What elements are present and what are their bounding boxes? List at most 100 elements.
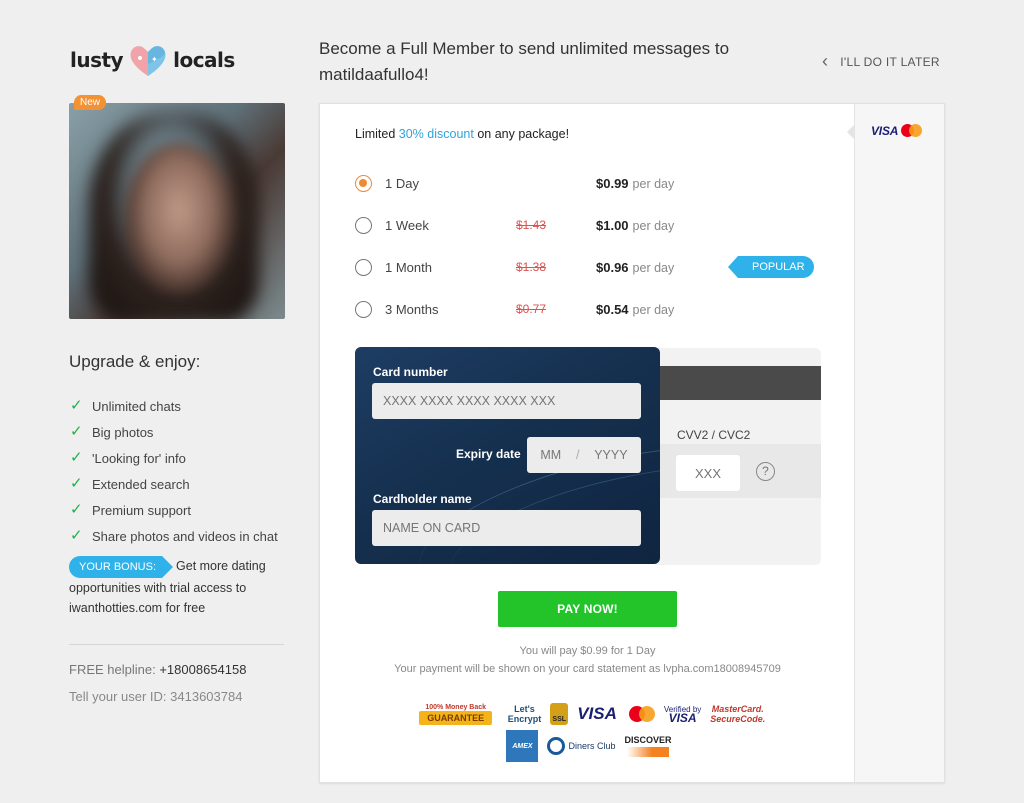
do-it-later-label: I'LL DO IT LATER — [840, 54, 940, 69]
logo-heart-icon: ✦ — [127, 42, 169, 78]
expiry-label: Expiry date — [456, 447, 521, 461]
check-icon: ✓ — [70, 397, 83, 414]
plan-old-price: $1.43 — [516, 218, 547, 232]
promo-suffix: on any package! — [477, 127, 570, 141]
plan-old-price: $1.38 — [516, 260, 547, 274]
plan-option[interactable]: 1 Day $0.99 per day — [355, 173, 805, 193]
expiry-field[interactable]: MM / YYYY — [527, 437, 641, 473]
ssl-label: SSL — [550, 703, 569, 725]
logo-word-right: locals — [173, 48, 235, 72]
do-it-later-link[interactable]: ‹ I'LL DO IT LATER — [822, 51, 940, 72]
feature-item: ✓ Share photos and videos in chat — [70, 523, 278, 549]
diners-club-badge: Diners Club — [547, 730, 616, 762]
mastercard-icon — [901, 124, 923, 138]
svg-text:✦: ✦ — [151, 55, 158, 64]
payment-method-card[interactable]: VISA — [871, 124, 923, 138]
feature-label: Share photos and videos in chat — [92, 528, 278, 544]
card-number-label: Card number — [373, 365, 448, 379]
expiry-separator: / — [575, 448, 580, 462]
card-number-input[interactable] — [372, 383, 641, 419]
plan-price: $0.54 per day — [596, 301, 675, 317]
visa-logo: VISA — [871, 124, 899, 138]
plan-old-price: $0.77 — [516, 302, 547, 316]
upgrade-title: Upgrade & enjoy: — [69, 352, 201, 371]
popular-tag: POPULAR — [728, 256, 814, 278]
help-icon[interactable]: ? — [756, 462, 775, 481]
feature-label: Unlimited chats — [92, 398, 181, 414]
feature-item: ✓ Premium support — [70, 497, 278, 523]
money-back-guarantee-badge: 100% Money Back GUARANTEE — [413, 698, 499, 730]
discover-label: DISCOVER — [624, 735, 672, 745]
magnetic-stripe — [655, 366, 821, 400]
vbv-line2: VISA — [668, 711, 697, 725]
discover-badge: DISCOVER — [625, 730, 672, 762]
check-icon: ✓ — [70, 449, 83, 466]
plan-price: $1.00 per day — [596, 217, 675, 233]
cvv-label: CVV2 / CVC2 — [677, 428, 751, 442]
guarantee-main: GUARANTEE — [419, 710, 493, 725]
helpline-label: FREE helpline: — [69, 662, 156, 677]
sidebar-divider — [69, 644, 284, 645]
mcsc-line2: SecureCode. — [710, 714, 766, 724]
page-headline: Become a Full Member to send unlimited m… — [319, 39, 730, 84]
trust-badges: 100% Money Back GUARANTEE Let's Encrypt … — [399, 698, 779, 762]
bonus-tag: YOUR BONUS: — [69, 556, 174, 578]
logo-word-left: lusty — [70, 48, 124, 72]
check-icon: ✓ — [70, 527, 83, 544]
profile-photo-container[interactable]: New — [69, 95, 285, 319]
bonus-text-1: Get more dating — [176, 559, 266, 573]
plan-option[interactable]: 1 Week $1.43 $1.00 per day — [355, 215, 805, 235]
brand-logo[interactable]: lusty ✦ locals — [70, 42, 235, 78]
check-icon: ✓ — [70, 423, 83, 440]
mastercard-securecode-badge: MasterCard. SecureCode. — [710, 698, 765, 730]
plan-name: 1 Day — [385, 175, 419, 191]
amex-badge: AMEX — [506, 730, 539, 762]
feature-label: Extended search — [92, 476, 190, 492]
cvv-input[interactable] — [676, 455, 740, 491]
payment-panel: VISA Limited 30% discount on any package… — [319, 103, 945, 783]
promo-prefix: Limited — [355, 127, 396, 141]
selected-pointer — [847, 124, 855, 140]
plan-price: $0.99 per day — [596, 175, 675, 191]
check-icon: ✓ — [70, 501, 83, 518]
statement-note: Your payment will be shown on your card … — [394, 663, 781, 675]
plan-radio[interactable] — [355, 216, 372, 234]
pay-summary: You will pay $0.99 for 1 Day — [519, 645, 656, 657]
feature-item: ✓ Unlimited chats — [70, 393, 278, 419]
plan-radio[interactable] — [355, 174, 372, 192]
mcsc-line1: MasterCard. — [711, 704, 764, 714]
visa-badge: VISA — [577, 704, 617, 723]
expiry-year[interactable]: YYYY — [594, 448, 627, 462]
cardholder-label: Cardholder name — [373, 492, 472, 506]
bonus-block: YOUR BONUS: Get more dating opportunities… — [69, 556, 289, 618]
plan-name: 1 Week — [385, 217, 429, 233]
expiry-month[interactable]: MM — [540, 448, 561, 462]
plan-radio[interactable] — [355, 258, 372, 276]
ssl-lock-icon: SSL — [550, 698, 569, 730]
le-line1: Let's — [514, 704, 535, 714]
plan-price: $0.96 per day — [596, 259, 675, 275]
feature-label: Big photos — [92, 424, 154, 440]
feature-label: Premium support — [92, 502, 191, 518]
plan-option[interactable]: 3 Months $0.77 $0.54 per day — [355, 299, 805, 319]
helpline: FREE helpline: +18008654158 — [69, 662, 246, 677]
cardholder-input[interactable] — [372, 510, 641, 546]
card-back: CVV2 / CVC2 ? — [655, 348, 821, 565]
feature-label: 'Looking for' info — [92, 450, 186, 466]
bonus-text-2: opportunities with trial access to iwant… — [69, 581, 247, 615]
payment-method-column: VISA — [847, 104, 944, 782]
feature-item: ✓ Extended search — [70, 471, 278, 497]
card-front: Card number Expiry date MM / YYYY Cardho… — [355, 347, 660, 564]
profile-photo[interactable] — [69, 103, 285, 319]
new-badge: New — [74, 95, 107, 110]
chevron-left-icon: ‹ — [822, 51, 829, 71]
discount-banner: Limited 30% discount on any package! — [355, 127, 569, 141]
user-id-text: Tell your user ID: 3413603784 — [69, 689, 243, 704]
plan-name: 3 Months — [385, 301, 439, 317]
helpline-number[interactable]: +18008654158 — [159, 662, 246, 677]
feature-item: ✓ Big photos — [70, 419, 278, 445]
plan-radio[interactable] — [355, 300, 372, 318]
diners-ring-icon — [547, 737, 566, 755]
mastercard-badge-icon — [626, 698, 655, 730]
pay-now-button[interactable]: PAY NOW! — [498, 591, 677, 627]
